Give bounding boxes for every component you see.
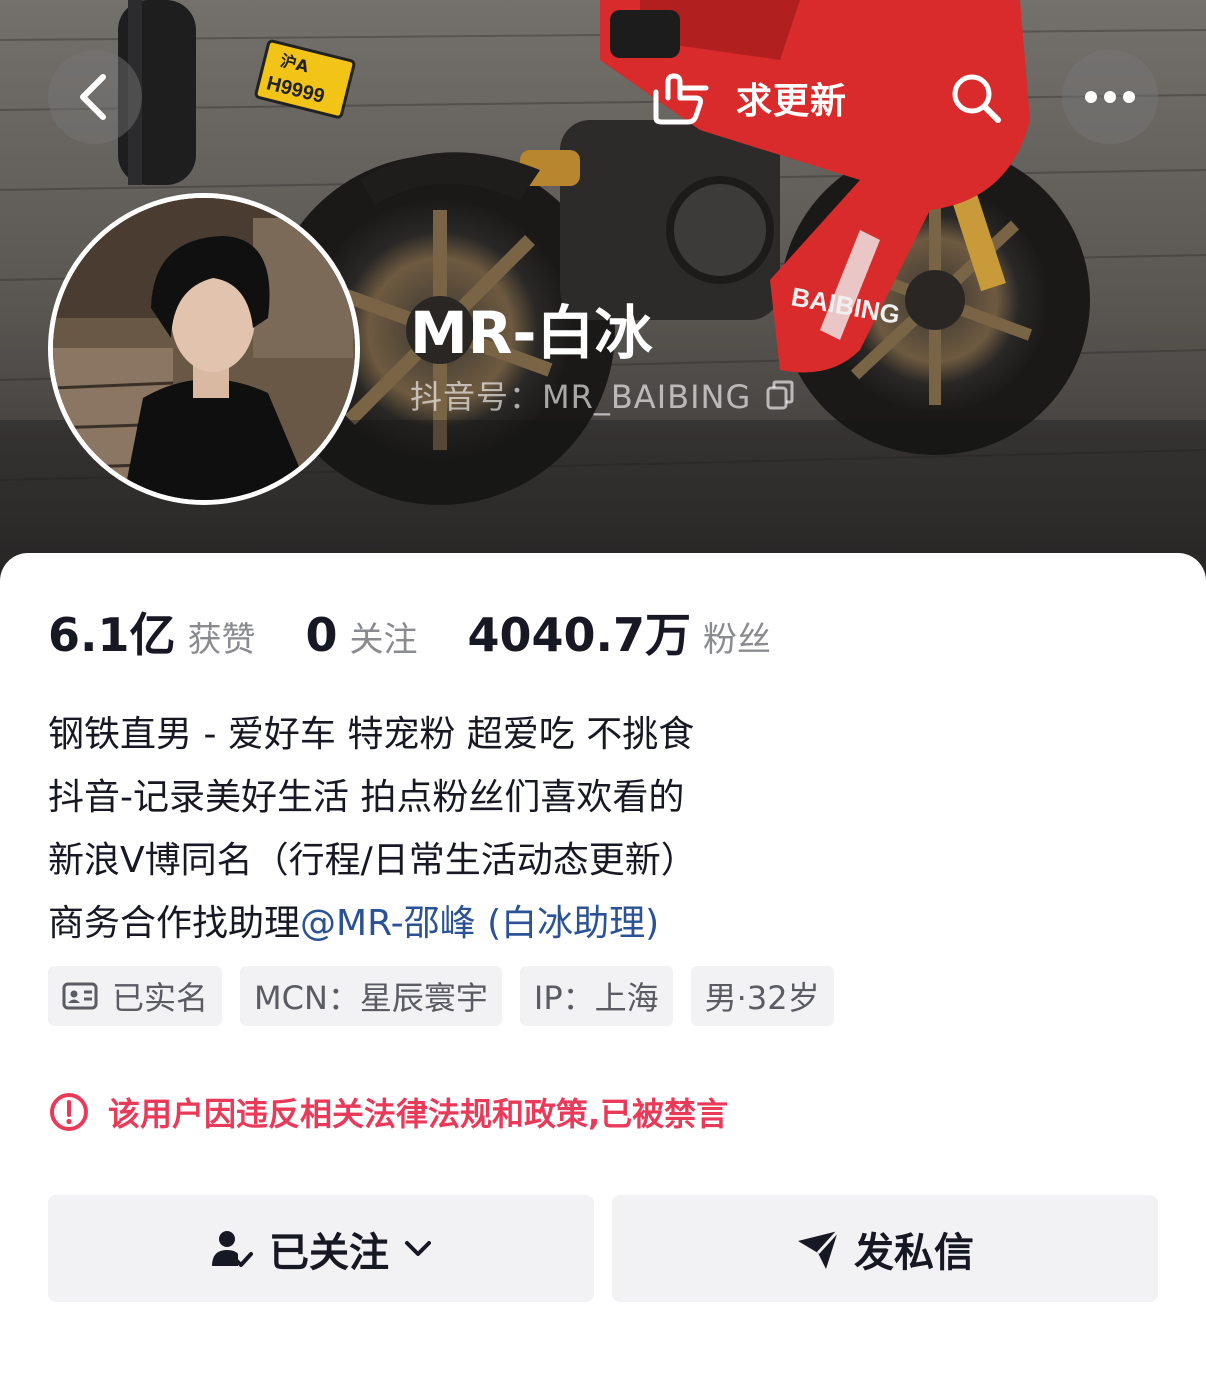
request-update-button[interactable]: 求更新	[650, 70, 847, 126]
id-card-icon	[62, 982, 98, 1010]
more-dots-icon	[1085, 91, 1135, 103]
tag-verified-label: 已实名	[112, 979, 209, 1017]
avatar-image	[53, 198, 355, 500]
ban-notice-text: 该用户因违反相关法律法规和政策,已被禁言	[108, 1095, 729, 1133]
search-icon[interactable]	[948, 70, 1004, 126]
stat-likes-value: 6.1亿	[48, 608, 176, 662]
stat-following-value: 0	[305, 608, 338, 662]
action-buttons: 已关注 发私信	[48, 1195, 1158, 1302]
send-message-button[interactable]: 发私信	[612, 1195, 1158, 1302]
stat-following-label: 关注	[349, 620, 418, 660]
stat-followers-value: 4040.7万	[467, 608, 692, 662]
followed-label: 已关注	[269, 1229, 389, 1276]
send-message-label: 发私信	[854, 1229, 974, 1276]
bio-line: 商务合作找助理@MR-邵峰 (白冰助理)	[48, 892, 697, 955]
bio-line: 钢铁直男 - 爱好车 特宠粉 超爱吃 不挑食	[48, 714, 695, 755]
copy-icon[interactable]	[765, 379, 795, 411]
ban-notice: 该用户因违反相关法律法规和政策,已被禁言	[48, 1089, 728, 1135]
followed-button[interactable]: 已关注	[48, 1195, 594, 1302]
stat-likes: 6.1亿 获赞	[48, 599, 256, 665]
stat-likes-label: 获赞	[187, 620, 256, 660]
bio: 钢铁直男 - 爱好车 特宠粉 超爱吃 不挑食 抖音-记录美好生活 拍点粉丝们喜欢…	[48, 703, 697, 955]
profile-card: 6.1亿 获赞 0 关注 4040.7万 粉丝 钢铁直男 - 爱好车 特宠粉 超…	[0, 553, 1206, 1374]
tag-mcn[interactable]: MCN：星辰寰宇	[240, 966, 502, 1026]
chevron-down-icon	[405, 1240, 431, 1256]
douyin-id[interactable]: 抖音号：MR_BAIBING	[410, 372, 795, 418]
nickname: MR-白冰	[410, 299, 653, 367]
tag-ip-label: IP：上海	[533, 979, 659, 1017]
bio-line: 抖音-记录美好生活 拍点粉丝们喜欢看的	[48, 777, 685, 818]
bio-line-text: 商务合作找助理	[48, 903, 301, 944]
back-button[interactable]	[48, 50, 142, 144]
tag-gender-age: 男·32岁	[690, 966, 834, 1026]
request-update-label: 求更新	[736, 81, 848, 122]
profile-tags: 已实名 MCN：星辰寰宇 IP：上海 男·32岁	[48, 966, 852, 1026]
profile-cover[interactable]: BAIBING 沪A H9999 求更新 MR-白冰 抖音号：MR_BAIBIN…	[0, 0, 1206, 600]
more-options-button[interactable]	[1062, 50, 1158, 144]
user-check-icon	[212, 1230, 253, 1267]
stat-followers[interactable]: 4040.7万 粉丝	[468, 599, 772, 665]
stat-followers-label: 粉丝	[703, 620, 772, 660]
avatar[interactable]	[48, 193, 360, 505]
stats-row: 6.1亿 获赞 0 关注 4040.7万 粉丝	[48, 599, 771, 665]
bio-line: 新浪Ⅴ博同名（行程/日常生活动态更新）	[48, 840, 697, 881]
stat-following[interactable]: 0 关注	[306, 608, 418, 662]
send-icon	[798, 1229, 840, 1269]
tag-verified[interactable]: 已实名	[48, 966, 223, 1026]
warning-icon	[50, 1093, 88, 1131]
chevron-left-icon	[80, 74, 106, 120]
assistant-mention-link[interactable]: @MR-邵峰 (白冰助理)	[300, 903, 659, 944]
tag-mcn-label: MCN：星辰寰宇	[254, 979, 488, 1017]
pointing-hand-icon	[653, 73, 709, 125]
tag-gender-age-label: 男·32岁	[704, 979, 820, 1017]
tag-ip: IP：上海	[519, 966, 673, 1026]
douyin-id-text: 抖音号：MR_BAIBING	[410, 378, 752, 416]
